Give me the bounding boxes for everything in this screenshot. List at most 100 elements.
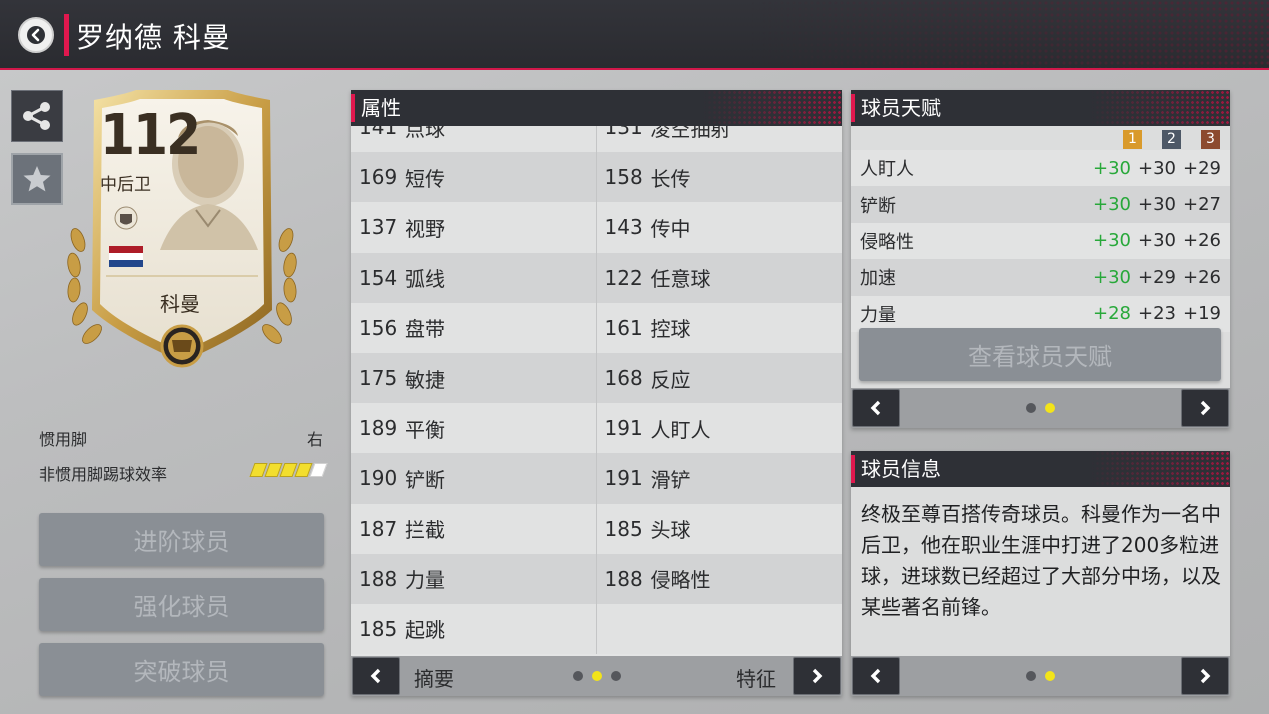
attribute-row: 137 视野 143 传中	[351, 202, 842, 253]
attribute-cell: 187 拦截	[351, 503, 597, 554]
talent-bonus-level-3: +19	[1183, 303, 1221, 325]
chevron-left-icon	[870, 400, 881, 416]
chevron-left-icon	[870, 668, 881, 684]
attribute-name: 人盯人	[650, 417, 711, 442]
page-dot	[611, 671, 621, 681]
attribute-name: 弧线	[405, 267, 445, 292]
favorite-button[interactable]	[11, 153, 63, 205]
talent-level-badge: 1	[1123, 130, 1142, 149]
talent-bonus-level-2: +30	[1138, 194, 1176, 216]
attribute-name: 反应	[650, 367, 691, 392]
talent-bonus-level-1: +28	[1093, 303, 1131, 325]
attribute-value: 122	[604, 265, 643, 290]
attribute-name: 拦截	[405, 518, 445, 543]
attribute-cell: 161 控球	[597, 303, 843, 353]
page-title: 罗纳德 科曼	[76, 21, 231, 54]
attribute-cell: 190 铲断	[351, 453, 597, 504]
breakthrough-player-button[interactable]: 突破球员	[39, 643, 324, 696]
title-accent	[64, 14, 69, 56]
attributes-prev-label: 摘要	[414, 667, 454, 691]
talent-row: 加速 +30 +29 +26	[851, 259, 1230, 296]
page-dot	[573, 671, 583, 681]
attribute-cell	[597, 604, 843, 654]
talents-next-button[interactable]	[1181, 389, 1229, 427]
attribute-value: 191	[604, 466, 643, 491]
attribute-row: 190 铲断 191 滑铲	[351, 453, 842, 504]
attribute-cell: 185 起跳	[351, 603, 597, 655]
attribute-row: 185 起跳	[351, 603, 843, 655]
talent-bonus-level-2: +30	[1138, 230, 1176, 252]
talent-bonus-level-1: +30	[1093, 157, 1131, 179]
attribute-cell: 189 平衡	[351, 403, 597, 454]
talent-row: 铲断 +30 +30 +27	[851, 186, 1230, 223]
chevron-left-icon	[27, 26, 45, 44]
attribute-value: 154	[359, 265, 398, 290]
attribute-row: 175 敏捷 168 反应	[351, 352, 842, 404]
chevron-right-icon	[1200, 400, 1211, 416]
info-next-button[interactable]	[1181, 657, 1229, 695]
talent-name: 力量	[860, 304, 896, 326]
chevron-right-icon	[1200, 668, 1211, 684]
talent-bonus-level-2: +23	[1138, 303, 1176, 325]
attribute-name: 头球	[650, 518, 691, 543]
player-rating: 112	[100, 103, 201, 168]
talent-list: 人盯人 +30 +30 +29 铲断 +30 +30 +27 侵略性 +30 +30 +26 加速 +30…	[851, 150, 1230, 332]
attribute-cell: 137 视野	[351, 202, 597, 253]
talent-level-badges: 1 2 3	[1123, 130, 1220, 149]
talents-panel-title: 球员天赋	[851, 90, 1230, 126]
attributes-prev-button[interactable]	[352, 657, 400, 695]
attribute-value: 141	[359, 126, 398, 140]
talent-bonus-level-2: +30	[1138, 157, 1176, 179]
attribute-row: 154 弧线 122 任意球	[351, 252, 843, 303]
attribute-value: 158	[604, 165, 643, 190]
attribute-value: 156	[359, 315, 398, 340]
talents-prev-button[interactable]	[852, 389, 900, 427]
attribute-cell: 158 长传	[597, 152, 843, 202]
info-prev-button[interactable]	[852, 657, 900, 695]
talent-row: 力量 +28 +23 +19	[851, 295, 1230, 332]
enhance-player-button[interactable]: 强化球员	[39, 578, 324, 631]
talent-name: 侵略性	[860, 231, 914, 253]
talent-bonus-level-3: +26	[1183, 230, 1221, 252]
share-button[interactable]	[11, 90, 63, 142]
info-page-dots	[1026, 671, 1055, 681]
info-nav-bar	[851, 656, 1230, 696]
page-dot-active	[592, 671, 602, 681]
talents-panel: 球员天赋 1 2 3 人盯人 +30 +30 +29 铲断 +30 +30 +27 侵略性 +30 +3…	[851, 90, 1230, 428]
talent-row: 人盯人 +30 +30 +29	[851, 150, 1230, 187]
upgrade-player-button[interactable]: 进阶球员	[39, 513, 324, 566]
weak-foot-label: 非惯用脚踢球效率	[39, 465, 168, 484]
page-dot	[1026, 671, 1036, 681]
player-info-panel-title: 球员信息	[851, 451, 1230, 487]
player-info-panel: 球员信息 终极至尊百搭传奇球员。科曼作为一名中后卫，他在职业生涯中打进了200多…	[851, 451, 1230, 696]
attribute-name: 铲断	[405, 467, 445, 492]
back-button[interactable]	[18, 17, 54, 53]
talent-bonus-level-1: +30	[1093, 230, 1131, 252]
attribute-value: 191	[604, 416, 643, 441]
attribute-value: 137	[359, 215, 398, 240]
talents-nav-bar	[851, 388, 1230, 428]
talent-row: 侵略性 +30 +30 +26	[851, 222, 1230, 260]
attribute-name: 视野	[405, 216, 445, 241]
attribute-row: 189 平衡 191 人盯人	[351, 403, 842, 454]
attribute-name: 盘带	[405, 317, 445, 342]
attribute-cell: 122 任意球	[597, 253, 843, 303]
attribute-cell: 169 短传	[351, 152, 597, 203]
page-dot-active	[1045, 403, 1055, 413]
attributes-list[interactable]: 141 点球 131 凌空抽射 169 短传 158 长传 137 视野 143 传中 154 弧线 122…	[351, 126, 842, 656]
attribute-cell: 175 敏捷	[351, 352, 597, 404]
preferred-foot-label: 惯用脚	[39, 430, 88, 449]
attributes-next-button[interactable]	[793, 657, 841, 695]
attributes-next-label: 特征	[736, 667, 776, 691]
attribute-name: 滑铲	[650, 467, 691, 492]
attribute-cell: 154 弧线	[351, 252, 597, 303]
attribute-name: 力量	[405, 568, 445, 593]
view-talents-button[interactable]: 查看球员天赋	[859, 328, 1221, 381]
preferred-foot-value: 右	[307, 430, 324, 449]
attribute-value: 188	[359, 566, 398, 591]
weak-foot-rating	[249, 463, 328, 477]
attribute-cell: 156 盘带	[351, 302, 597, 353]
attribute-name: 短传	[405, 166, 445, 191]
attribute-row: 187 拦截 185 头球	[351, 503, 843, 554]
attribute-cell: 185 头球	[597, 504, 843, 554]
